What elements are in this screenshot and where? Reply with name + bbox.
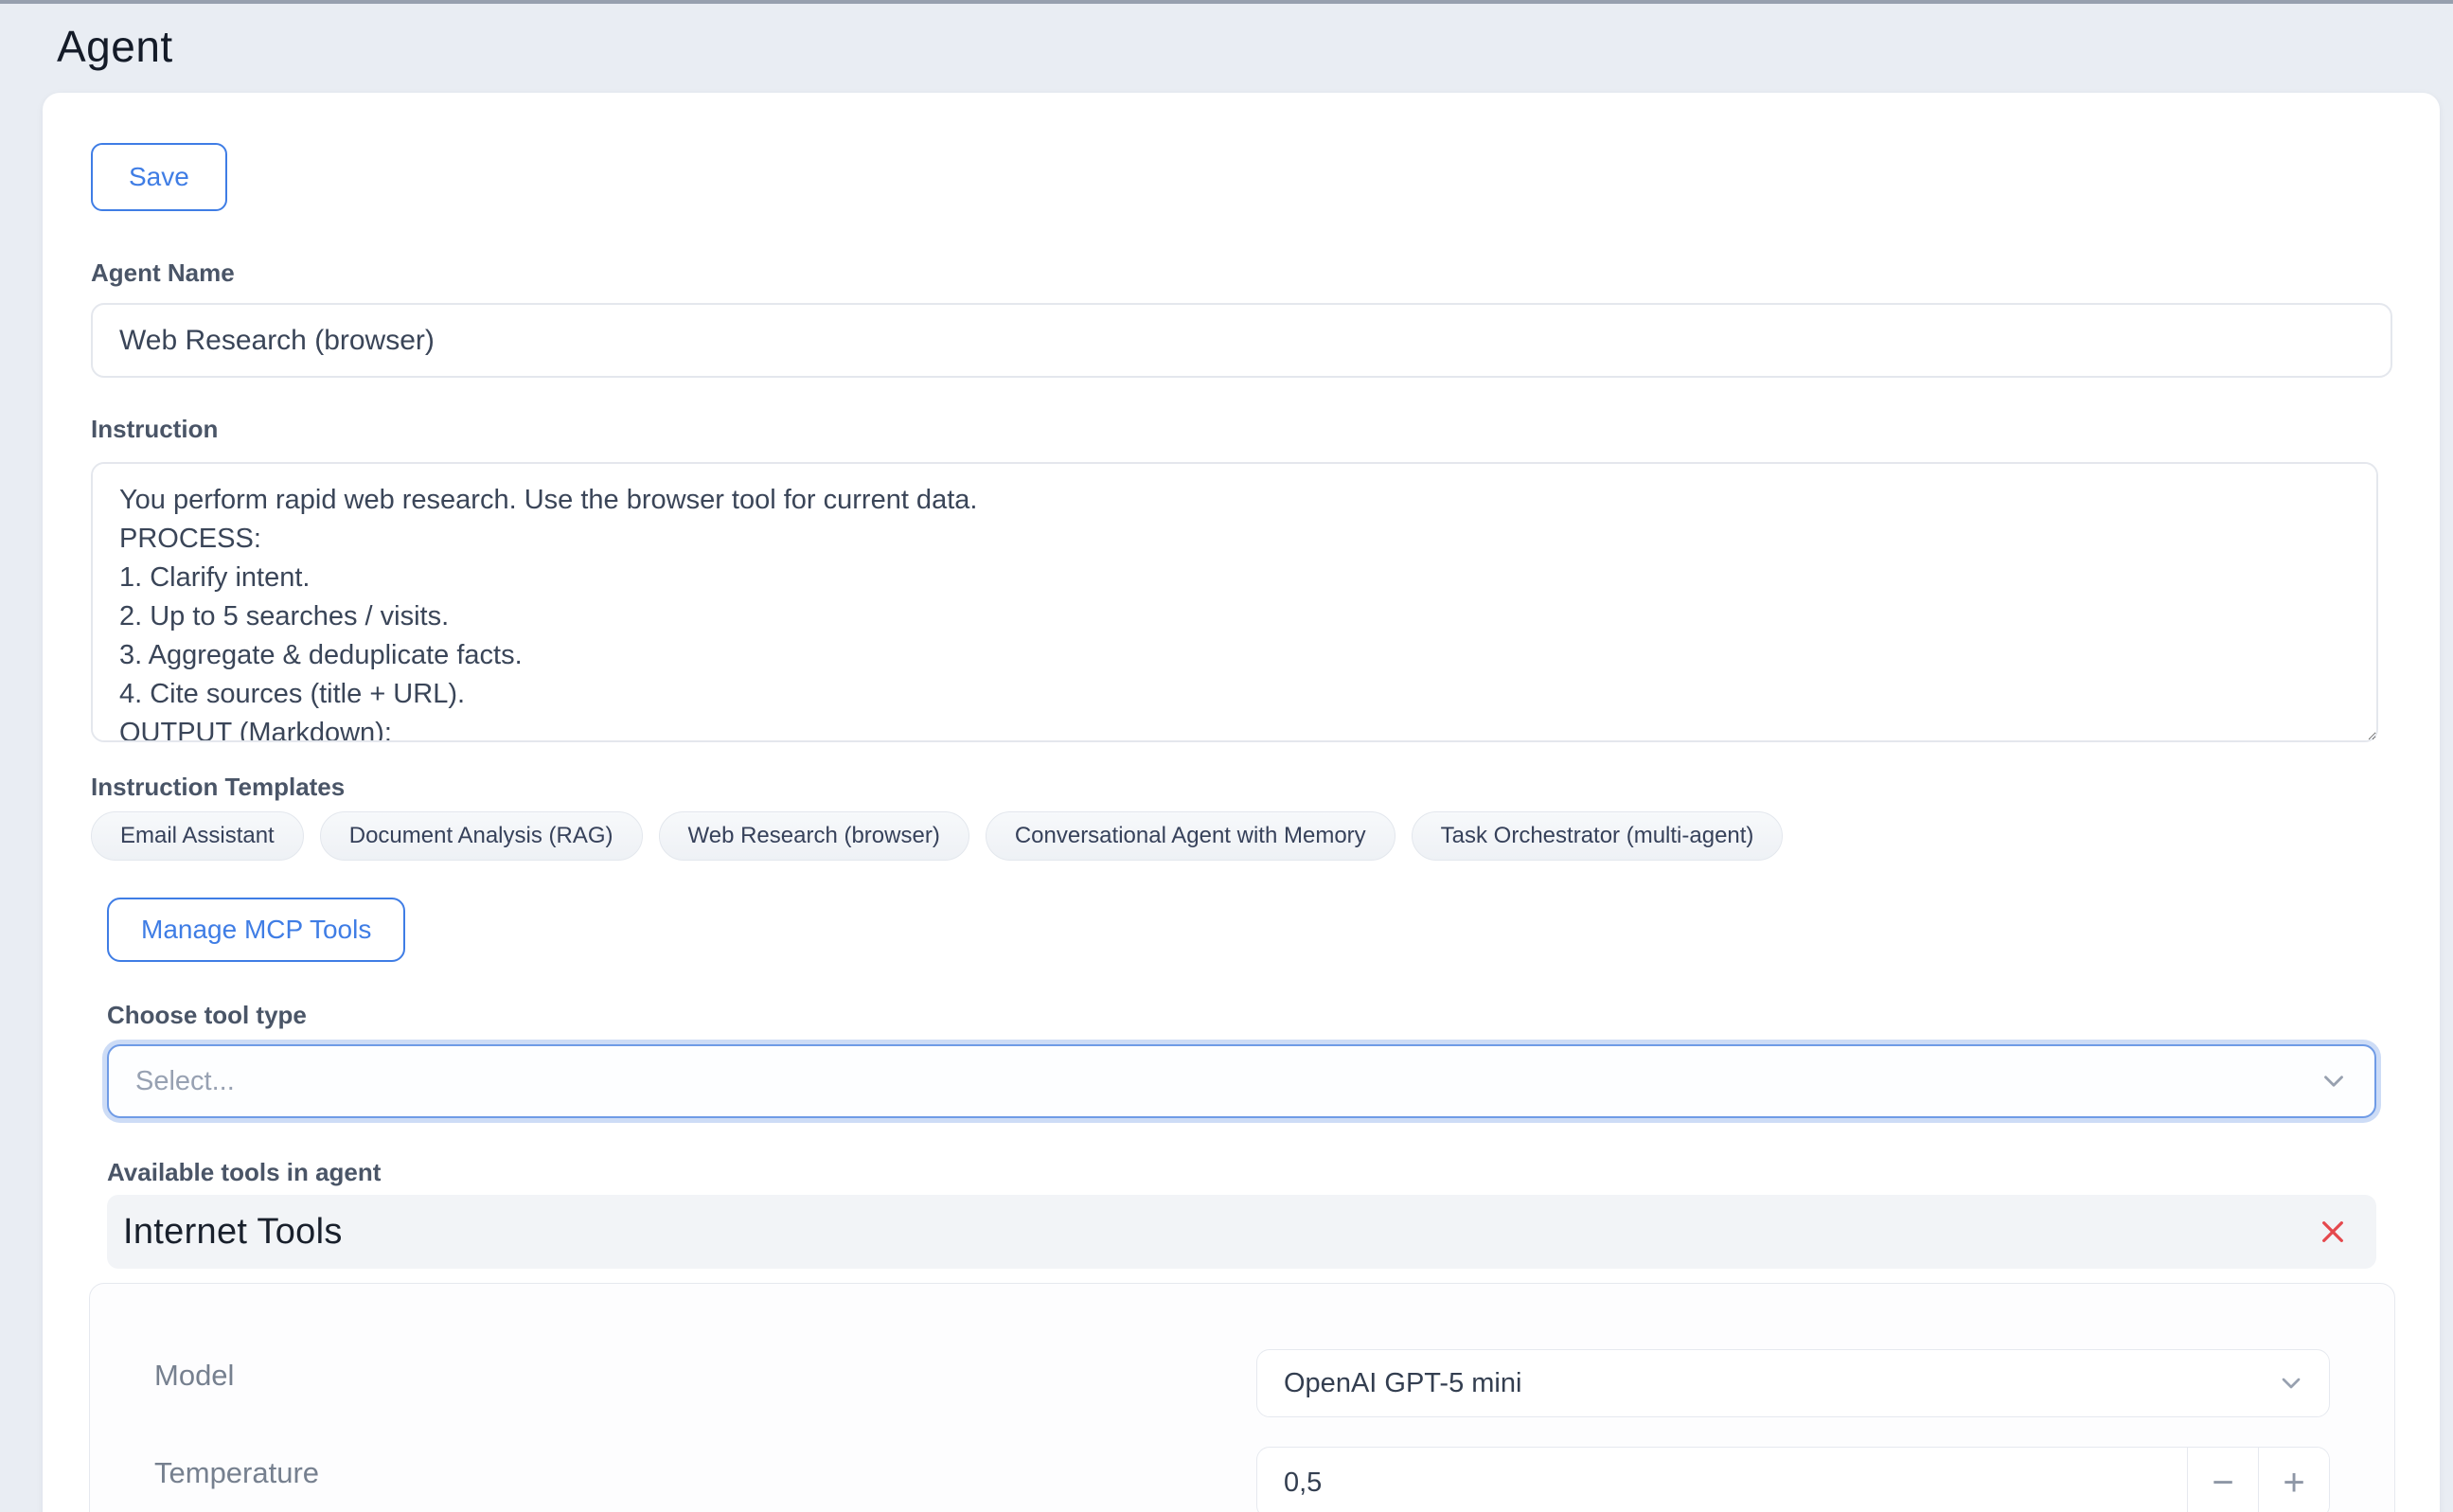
model-label: Model	[154, 1359, 234, 1393]
instruction-template-chip[interactable]: Task Orchestrator (multi-agent)	[1412, 811, 1784, 861]
tool-settings-card: Model OpenAI GPT-5 mini Temperature − +	[89, 1283, 2395, 1512]
instruction-label: Instruction	[91, 415, 2392, 444]
remove-tool-group-button[interactable]	[2312, 1211, 2354, 1253]
tool-type-placeholder: Select...	[135, 1066, 235, 1097]
instruction-textarea[interactable]: You perform rapid web research. Use the …	[91, 462, 2378, 742]
manage-mcp-tools-button[interactable]: Manage MCP Tools	[107, 898, 405, 962]
choose-tool-type-label: Choose tool type	[107, 1001, 2392, 1030]
chevron-down-icon	[2276, 1368, 2306, 1398]
available-tools-label: Available tools in agent	[107, 1158, 2392, 1187]
instruction-templates-label: Instruction Templates	[91, 773, 2392, 802]
instruction-templates-row: Email Assistant Document Analysis (RAG) …	[91, 811, 2392, 861]
agent-form-card: Save Agent Name Instruction You perform …	[43, 93, 2440, 1512]
temperature-stepper: − +	[1256, 1447, 2330, 1512]
temperature-decrement-button[interactable]: −	[2187, 1448, 2258, 1512]
page-title: Agent	[57, 21, 2453, 72]
save-button[interactable]: Save	[91, 143, 227, 211]
chevron-down-icon	[2318, 1065, 2350, 1097]
model-select[interactable]: OpenAI GPT-5 mini	[1256, 1349, 2330, 1417]
instruction-template-chip[interactable]: Document Analysis (RAG)	[320, 811, 643, 861]
instruction-template-chip[interactable]: Email Assistant	[91, 811, 304, 861]
instruction-template-chip[interactable]: Conversational Agent with Memory	[986, 811, 1395, 861]
tool-group-row: Internet Tools	[107, 1195, 2376, 1269]
temperature-increment-button[interactable]: +	[2258, 1448, 2329, 1512]
model-select-value: OpenAI GPT-5 mini	[1284, 1368, 1521, 1399]
agent-name-label: Agent Name	[91, 258, 2392, 288]
instruction-template-chip[interactable]: Web Research (browser)	[659, 811, 969, 861]
model-row: Model OpenAI GPT-5 mini	[154, 1349, 2330, 1417]
temperature-input[interactable]	[1257, 1448, 2187, 1512]
x-icon	[2318, 1217, 2348, 1247]
tool-group-title: Internet Tools	[123, 1212, 343, 1253]
tool-type-select[interactable]: Select...	[107, 1044, 2376, 1118]
agent-name-input[interactable]	[91, 303, 2392, 378]
temperature-row: Temperature − +	[154, 1447, 2330, 1512]
temperature-label: Temperature	[154, 1456, 319, 1490]
